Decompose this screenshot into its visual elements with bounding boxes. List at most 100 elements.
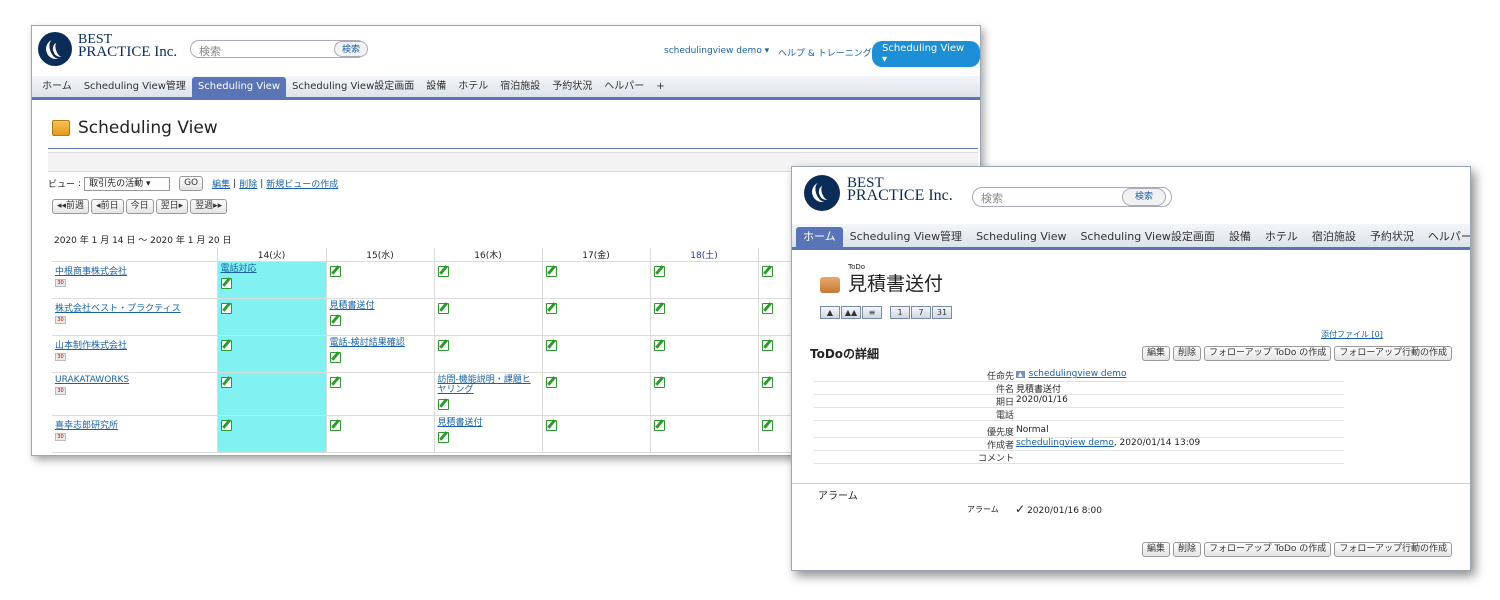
field-value[interactable]: schedulingview demo, 2020/01/14 13:09	[1016, 438, 1200, 448]
edit-button[interactable]: 編集	[1142, 346, 1171, 361]
tab-4[interactable]: 設備	[1222, 227, 1258, 247]
edit-pencil-icon[interactable]	[437, 399, 449, 410]
edit-pencil-icon[interactable]	[437, 432, 449, 443]
date-nav-button-3[interactable]: 翌日▸	[155, 199, 189, 214]
calendar-icon[interactable]: 30	[55, 353, 66, 361]
schedule-cell[interactable]: 電話-検討結果確認	[326, 335, 435, 373]
single-user-icon[interactable]: ▲	[820, 306, 840, 319]
go-button[interactable]: GO	[179, 176, 204, 191]
attachments-link[interactable]: 添付ファイル [0]	[1321, 329, 1383, 340]
list-view-icon[interactable]: ≡	[862, 306, 882, 319]
edit-pencil-icon[interactable]	[329, 266, 341, 277]
tab-3[interactable]: Scheduling View設定画面	[286, 77, 420, 97]
edit-pencil-icon[interactable]	[653, 420, 665, 431]
edit-button-bottom[interactable]: 編集	[1142, 542, 1171, 557]
calendar-view-7-icon[interactable]: 7	[911, 306, 931, 319]
tab-1[interactable]: Scheduling View管理	[78, 77, 192, 97]
edit-pencil-icon[interactable]	[653, 303, 665, 314]
tab-7[interactable]: 予約状況	[546, 77, 598, 97]
edit-pencil-icon[interactable]	[761, 266, 773, 277]
schedule-cell[interactable]	[217, 372, 327, 416]
followup-todo-button[interactable]: フォローアップ ToDo の作成	[1204, 346, 1332, 361]
edit-pencil-icon[interactable]	[437, 303, 449, 314]
schedule-cell[interactable]	[650, 372, 759, 416]
tab-8[interactable]: ヘルパー	[598, 77, 650, 97]
tab-1[interactable]: Scheduling View管理	[843, 227, 969, 247]
followup-event-button[interactable]: フォローアップ行動の作成	[1334, 346, 1452, 361]
activity-link[interactable]: 電話-検討結果確認	[330, 338, 431, 348]
tab-7[interactable]: 予約状況	[1363, 227, 1421, 247]
user-menu[interactable]: schedulingview demo ▾	[664, 46, 769, 56]
tab-4[interactable]: 設備	[420, 77, 452, 97]
edit-pencil-icon[interactable]	[545, 340, 557, 351]
company-logo-icon[interactable]	[38, 32, 72, 66]
edit-pencil-icon[interactable]	[653, 377, 665, 388]
schedule-cell[interactable]	[650, 298, 759, 336]
edit-pencil-icon[interactable]	[220, 377, 232, 388]
tab-0[interactable]: ホーム	[796, 227, 843, 247]
calendar-icon[interactable]: 30	[55, 279, 66, 287]
edit-pencil-icon[interactable]	[545, 420, 557, 431]
tab-5[interactable]: ホテル	[1258, 227, 1305, 247]
schedule-cell[interactable]	[542, 335, 651, 373]
activity-link[interactable]: 見積書送付	[438, 418, 539, 428]
activity-link[interactable]: 電話対応	[221, 264, 323, 274]
followup-todo-button-bottom[interactable]: フォローアップ ToDo の作成	[1204, 542, 1332, 557]
schedule-cell[interactable]	[434, 335, 543, 373]
schedule-cell[interactable]	[434, 261, 543, 299]
search-button[interactable]: 検索	[1122, 188, 1166, 206]
edit-pencil-icon[interactable]	[220, 340, 232, 351]
schedule-cell[interactable]	[217, 298, 327, 336]
activity-link[interactable]: 訪問-機能説明・課題ヒヤリング	[438, 375, 539, 395]
edit-pencil-icon[interactable]	[653, 340, 665, 351]
edit-pencil-icon[interactable]	[761, 303, 773, 314]
edit-pencil-icon[interactable]	[545, 303, 557, 314]
schedule-cell[interactable]	[217, 335, 327, 373]
followup-event-button-bottom[interactable]: フォローアップ行動の作成	[1334, 542, 1452, 557]
schedule-cell[interactable]: 訪問-機能説明・課題ヒヤリング	[434, 372, 543, 416]
edit-pencil-icon[interactable]	[329, 315, 341, 326]
calendar-icon[interactable]: 30	[55, 316, 66, 324]
schedule-cell[interactable]	[650, 415, 759, 453]
edit-view-link[interactable]: 編集	[212, 177, 230, 190]
schedule-cell[interactable]	[650, 335, 759, 373]
date-nav-button-2[interactable]: 今日	[125, 199, 154, 214]
edit-pencil-icon[interactable]	[437, 340, 449, 351]
account-link[interactable]: 株式会社ベスト・プラクティス	[55, 301, 214, 314]
schedule-cell[interactable]	[326, 372, 435, 416]
tab-2[interactable]: Scheduling View	[969, 227, 1073, 247]
schedule-cell[interactable]	[434, 298, 543, 336]
edit-pencil-icon[interactable]	[761, 340, 773, 351]
schedule-cell[interactable]	[326, 415, 435, 453]
account-link[interactable]: 喜幸志郎研究所	[55, 418, 214, 431]
tab-6[interactable]: 宿泊施設	[1305, 227, 1363, 247]
schedule-cell[interactable]	[542, 298, 651, 336]
company-logo-icon[interactable]	[804, 175, 840, 211]
delete-button[interactable]: 削除	[1173, 346, 1202, 361]
calendar-icon[interactable]: 30	[55, 433, 66, 441]
schedule-cell[interactable]	[650, 261, 759, 299]
schedule-cell[interactable]	[542, 372, 651, 416]
account-link[interactable]: URAKATAWORKS	[55, 375, 214, 385]
activity-link[interactable]: 見積書送付	[330, 301, 431, 311]
schedule-cell[interactable]: 電話対応	[217, 261, 327, 299]
new-view-link[interactable]: 新規ビューの作成	[266, 177, 338, 190]
multi-user-icon[interactable]: ▲▲	[841, 306, 861, 319]
delete-button-bottom[interactable]: 削除	[1173, 542, 1202, 557]
app-switcher[interactable]: Scheduling View ▾	[872, 41, 980, 67]
tab-9[interactable]: +	[650, 77, 670, 97]
user-link[interactable]: schedulingview demo	[1016, 438, 1114, 448]
edit-pencil-icon[interactable]	[220, 278, 232, 289]
schedule-cell[interactable]	[326, 261, 435, 299]
delete-view-link[interactable]: 削除	[239, 177, 257, 190]
edit-pencil-icon[interactable]	[220, 420, 232, 431]
help-link[interactable]: ヘルプ & トレーニング	[778, 46, 872, 59]
tab-8[interactable]: ヘルパー	[1421, 227, 1470, 247]
edit-pencil-icon[interactable]	[329, 352, 341, 363]
edit-pencil-icon[interactable]	[545, 377, 557, 388]
tab-2[interactable]: Scheduling View	[191, 77, 287, 97]
edit-pencil-icon[interactable]	[329, 377, 341, 388]
tab-0[interactable]: ホーム	[36, 77, 78, 97]
tab-5[interactable]: ホテル	[452, 77, 494, 97]
edit-pencil-icon[interactable]	[653, 266, 665, 277]
